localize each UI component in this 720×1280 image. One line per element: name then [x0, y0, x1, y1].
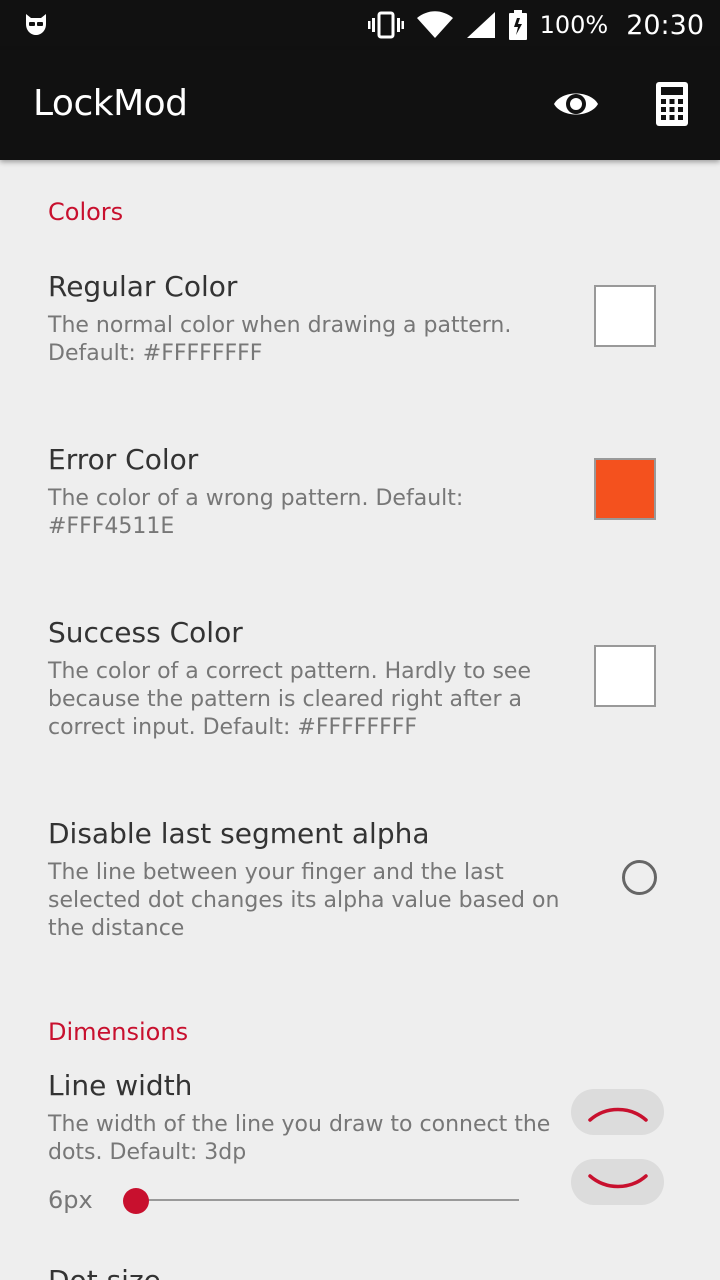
decrease-button[interactable] [571, 1159, 664, 1205]
chevron-down-icon [587, 1174, 648, 1189]
section-header-dimensions: Dimensions [48, 1018, 189, 1046]
battery-percentage: 100% [539, 11, 609, 39]
calculator-icon[interactable] [652, 80, 692, 128]
chevron-up-icon [587, 1107, 648, 1122]
vibrate-icon [367, 11, 404, 39]
error-color-title[interactable]: Error Color [48, 443, 198, 476]
success-color-swatch[interactable] [594, 645, 656, 707]
disable-alpha-radio[interactable] [622, 860, 657, 895]
clock: 20:30 [626, 9, 704, 41]
disable-alpha-title[interactable]: Disable last segment alpha [48, 817, 430, 850]
battery-icon [508, 10, 527, 40]
app-title: LockMod [33, 83, 188, 124]
line-width-slider-track[interactable] [124, 1199, 519, 1201]
incognito-mask-icon [26, 14, 46, 35]
line-width-slider-thumb[interactable] [122, 1188, 149, 1214]
disable-alpha-summary: The line between your finger and the las… [48, 860, 560, 941]
increase-button[interactable] [571, 1089, 664, 1135]
line-width-summary: The width of the line you draw to connec… [48, 1112, 551, 1165]
line-width-title: Line width [48, 1069, 193, 1102]
status-icons: 100% 20:30 [367, 0, 704, 50]
regular-color-summary: The normal color when drawing a pattern.… [48, 313, 512, 366]
regular-color-title[interactable]: Regular Color [48, 270, 237, 303]
wifi-icon [416, 11, 453, 38]
regular-color-swatch[interactable] [594, 285, 656, 347]
section-header-colors: Colors [48, 198, 124, 226]
status-bar: 100% 20:30 [0, 0, 720, 50]
success-color-title[interactable]: Success Color [48, 616, 243, 649]
error-color-swatch[interactable] [594, 458, 656, 520]
app-bar: LockMod [0, 50, 720, 160]
dot-size-title[interactable]: Dot size [48, 1264, 161, 1280]
eye-icon[interactable] [552, 84, 600, 124]
success-color-summary: The color of a correct pattern. Hardly t… [48, 659, 531, 740]
line-width-value: 6px [48, 1186, 93, 1214]
cell-signal-icon [466, 12, 495, 38]
error-color-summary: The color of a wrong pattern. Default: #… [48, 486, 464, 539]
